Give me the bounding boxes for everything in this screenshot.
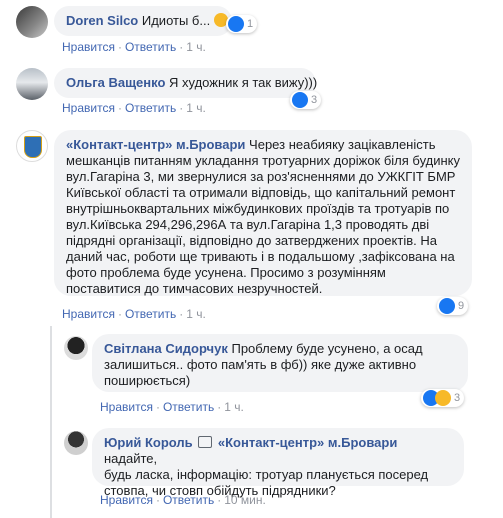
reaction-count: 3 [454, 392, 461, 404]
comment-text-line: поставитися до тимчасових незручностей. [66, 281, 323, 296]
avatar[interactable] [64, 431, 88, 455]
reaction-count: 3 [311, 94, 318, 106]
reaction-count: 1 [247, 18, 254, 30]
reply-link[interactable]: Ответить [163, 493, 214, 507]
comment-mention[interactable]: «Контакт-центр» м.Бровари [218, 435, 397, 450]
comment-time[interactable]: 1 ч. [186, 101, 206, 115]
comment-author[interactable]: Doren Silco [66, 13, 138, 28]
reply-link[interactable]: Ответить [125, 40, 176, 54]
page-icon [198, 436, 213, 448]
comment-text-line: залишиться.. фото пам'ять в фб)) яке дуж… [104, 357, 417, 372]
avatar[interactable] [64, 336, 88, 360]
comment-text-line: будь ласка, інформацію: тротуар плануєть… [104, 467, 429, 482]
comment-bubble: «Контакт-центр» м.Бровари Через неабияку… [54, 130, 472, 296]
comment-time[interactable]: 1 ч. [186, 40, 206, 54]
like-link[interactable]: Нравится [62, 101, 115, 115]
comment-text: Идиоты б... [141, 13, 211, 28]
comment-actions: Нравится · Ответить · 1 ч. [62, 307, 206, 321]
reaction-summary[interactable]: 3 [290, 91, 322, 109]
reply-thread-line [50, 326, 52, 518]
avatar[interactable] [16, 130, 48, 162]
comment-text-line: фото проблема буде усунена. Просимо з ро… [66, 265, 386, 280]
comment-bubble: Doren Silco Идиоты б... [54, 6, 232, 36]
comment-author[interactable]: Юрий Король [104, 435, 193, 450]
comment-text-line: мешканців питанням укладання тротуарних … [66, 153, 461, 168]
like-link[interactable]: Нравится [62, 307, 115, 321]
reply-link[interactable]: Ответить [163, 400, 214, 414]
comment-author[interactable]: «Контакт-центр» м.Бровари [66, 137, 245, 152]
comment-text-line: поширюється) [104, 373, 191, 388]
comment-actions: Нравится · Ответить · 1 ч. [62, 101, 206, 115]
comment-text-line: вул.Гагаріна 3, ми звернулися за роз'ясн… [66, 169, 456, 184]
avatar[interactable] [16, 6, 48, 38]
comment-actions: Нравится · Ответить · 1 ч. [100, 400, 244, 414]
reaction-summary[interactable]: 1 [226, 15, 258, 33]
like-reaction-icon [439, 298, 455, 314]
comment-actions: Нравится · Ответить · 1 ч. [62, 40, 206, 54]
comment-text-line: внутрішньоквартальних міжбудинкових прої… [66, 201, 450, 216]
comment-text-line: Через неабияку зацікавленість [249, 137, 436, 152]
reaction-count: 9 [458, 300, 465, 312]
comment-text-line: Київської області та отримали відповідь,… [66, 185, 456, 200]
reaction-summary[interactable]: 9 [437, 297, 469, 315]
comment-time[interactable]: 1 ч. [186, 307, 206, 321]
comment-text-line: вул.Київська 294,296,296А та вул.Гагарін… [66, 217, 430, 232]
comment-author[interactable]: Ольга Ващенко [66, 75, 165, 90]
like-reaction-icon [292, 92, 308, 108]
reaction-summary[interactable]: 3 [421, 389, 465, 407]
like-link[interactable]: Нравится [100, 400, 153, 414]
haha-reaction-icon [435, 390, 451, 406]
comment-text-line: даний час, роботи ще тривають і в подаль… [66, 249, 455, 264]
comment-actions: Нравится · Ответить · 10 мин. [100, 493, 266, 507]
avatar[interactable] [16, 68, 48, 100]
comment-bubble: Юрий Король «Контакт-центр» м.Бровари на… [92, 428, 464, 498]
comment-time[interactable]: 1 ч. [224, 400, 244, 414]
comment-text-line: Проблему буде усунено, а осад [231, 341, 423, 356]
comment-bubble: Світлана Сидорчук Проблему буде усунено,… [92, 334, 468, 392]
like-reaction-icon [228, 16, 244, 32]
city-emblem-icon [24, 136, 42, 158]
comment-text-line: підрядні організації, відповідно до затв… [66, 233, 437, 248]
like-link[interactable]: Нравится [62, 40, 115, 54]
comment-author[interactable]: Світлана Сидорчук [104, 341, 228, 356]
comment-bubble: Ольга Ващенко Я художник я так вижу))) [54, 68, 318, 98]
comment-time[interactable]: 10 мин. [224, 493, 266, 507]
reply-link[interactable]: Ответить [125, 307, 176, 321]
reply-link[interactable]: Ответить [125, 101, 176, 115]
comment-text: Я художник я так вижу))) [169, 75, 318, 90]
like-link[interactable]: Нравится [100, 493, 153, 507]
comment-text-line: надайте, [104, 451, 158, 466]
